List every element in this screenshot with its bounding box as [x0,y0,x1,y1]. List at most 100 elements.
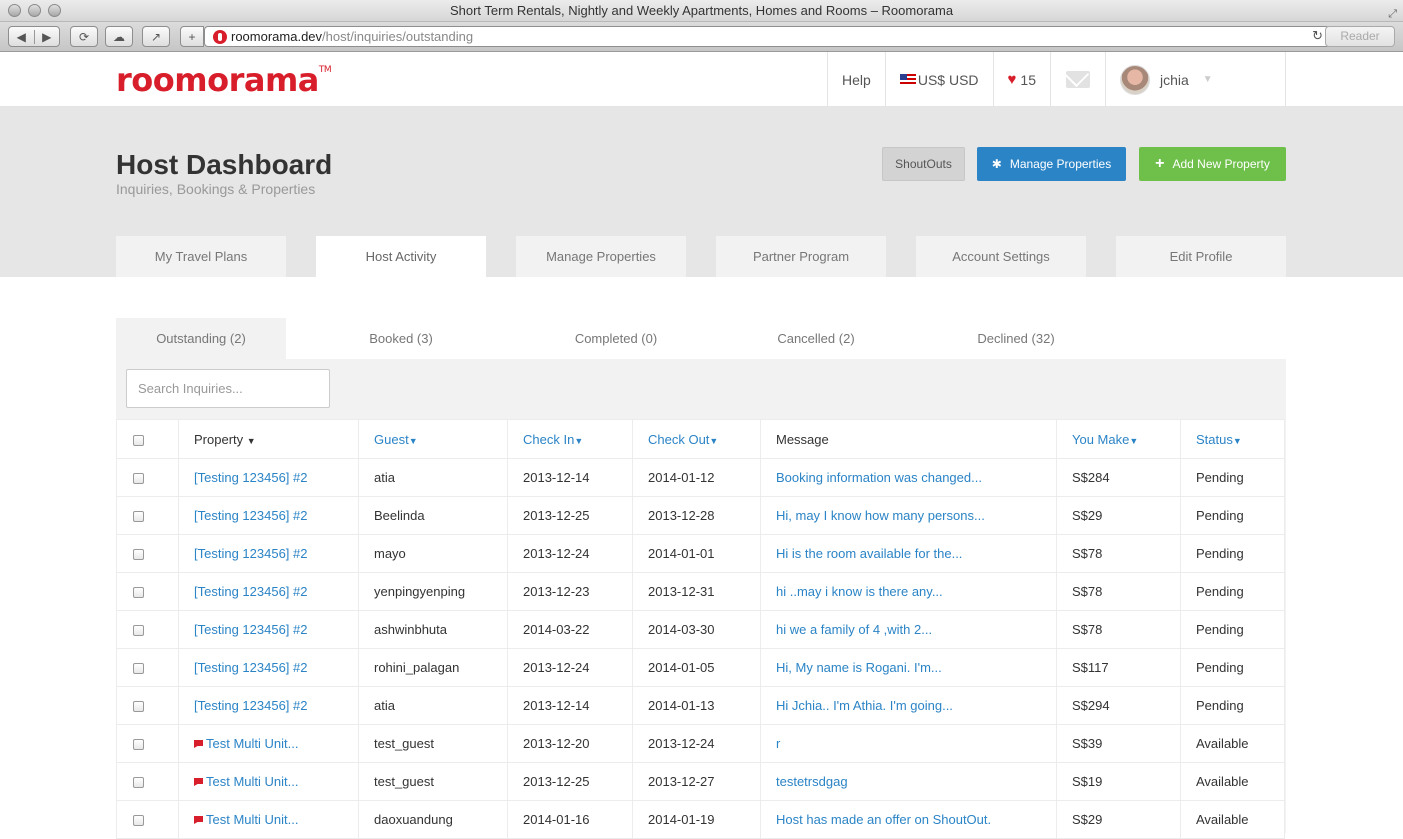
roomorama-logo[interactable]: roomoramaTM [116,61,332,99]
guest-cell: atia [358,458,508,497]
property-cell[interactable]: Test Multi Unit... [178,724,359,763]
property-link[interactable]: Test Multi Unit... [206,774,298,789]
url-domain: roomorama.dev [231,29,323,44]
subtab-outstanding[interactable]: Outstanding (2) [116,318,286,359]
window-controls[interactable] [8,4,61,17]
favorites-link[interactable]: ♥ 15 [992,52,1050,107]
property-cell[interactable]: Test Multi Unit... [178,762,359,801]
status-cell: Pending [1180,458,1285,497]
column-property[interactable]: Property ▼ [178,419,359,459]
subtab-declined[interactable]: Declined (32) [916,318,1116,359]
column-status[interactable]: Status▼ [1180,419,1285,459]
user-menu[interactable]: jchia ▼ [1105,52,1286,107]
row-checkbox[interactable] [133,625,144,637]
property-link[interactable]: [Testing 123456] #2 [194,546,307,561]
site-favicon-icon [213,30,227,44]
property-link[interactable]: [Testing 123456] #2 [194,622,307,637]
table-row: [Testing 123456] #2 atia 2013-12-14 2014-01… [116,458,1285,497]
message-link[interactable]: Booking information was changed... [760,458,1057,497]
property-cell[interactable]: [Testing 123456] #2 [178,686,359,725]
gear-icon: ✱ [991,157,1002,171]
table-row: [Testing 123456] #2 mayo 2013-12-24 2014-01… [116,534,1285,573]
forward-icon[interactable]: ▶ [35,30,60,44]
column-you-make[interactable]: You Make▼ [1056,419,1181,459]
us-flag-icon [899,74,916,85]
property-cell[interactable]: [Testing 123456] #2 [178,458,359,497]
subtab-completed[interactable]: Completed (0) [516,318,716,359]
row-checkbox[interactable] [133,663,144,675]
column-check-in[interactable]: Check In▼ [507,419,633,459]
currency-selector[interactable]: US$ USD [884,52,993,107]
property-cell[interactable]: [Testing 123456] #2 [178,572,359,611]
property-cell[interactable]: [Testing 123456] #2 [178,648,359,687]
message-link[interactable]: Hi is the room available for the... [760,534,1057,573]
guest-cell: Beelinda [358,496,508,535]
column-guest[interactable]: Guest▼ [358,419,508,459]
property-link[interactable]: [Testing 123456] #2 [194,584,307,599]
add-new-property-button[interactable]: + Add New Property [1139,147,1286,181]
back-forward-buttons[interactable]: ◀ ▶ [8,26,60,47]
zoom-window-button[interactable] [48,4,61,17]
search-input[interactable]: Search Inquiries... [126,369,330,408]
tab-manage-properties[interactable]: Manage Properties [516,236,686,277]
message-link[interactable]: Hi Jchia.. I'm Athia. I'm going... [760,686,1057,725]
shoutouts-button[interactable]: ShoutOuts [882,147,965,181]
column-status-label: Status [1196,431,1233,447]
tab-edit-profile[interactable]: Edit Profile [1116,236,1286,277]
status-cell: Pending [1180,610,1285,649]
property-cell[interactable]: [Testing 123456] #2 [178,534,359,573]
row-checkbox[interactable] [133,739,144,751]
history-button[interactable]: ⟳ [70,26,98,47]
guest-cell: yenpingyenping [358,572,508,611]
subtab-cancelled[interactable]: Cancelled (2) [716,318,916,359]
tab-account-settings[interactable]: Account Settings [916,236,1086,277]
check-in-cell: 2014-03-22 [507,610,633,649]
you-make-cell: S$19 [1056,762,1181,801]
property-link[interactable]: Test Multi Unit... [206,736,298,751]
property-link[interactable]: [Testing 123456] #2 [194,660,307,675]
message-link[interactable]: Hi, My name is Rogani. I'm... [760,648,1057,687]
help-link[interactable]: Help [827,52,885,107]
message-link[interactable]: Hi, may I know how many persons... [760,496,1057,535]
back-icon[interactable]: ◀ [9,29,35,44]
column-you-make-label: You Make [1072,431,1130,447]
minimize-window-button[interactable] [28,4,41,17]
column-property-label: Property [194,431,244,447]
row-checkbox[interactable] [133,549,144,561]
property-link[interactable]: Test Multi Unit... [206,812,298,827]
tab-my-travel-plans[interactable]: My Travel Plans [116,236,286,277]
messages-link[interactable] [1050,52,1105,107]
subtab-booked[interactable]: Booked (3) [286,318,516,359]
property-cell[interactable]: [Testing 123456] #2 [178,496,359,535]
property-link[interactable]: [Testing 123456] #2 [194,470,307,485]
tab-host-activity[interactable]: Host Activity [316,236,486,277]
row-checkbox[interactable] [133,701,144,713]
property-link[interactable]: [Testing 123456] #2 [194,508,307,523]
row-checkbox[interactable] [133,473,144,485]
row-checkbox[interactable] [133,587,144,599]
reader-button[interactable]: Reader [1325,26,1395,47]
guest-cell: test_guest [358,724,508,763]
message-link[interactable]: testetrsdgag [760,762,1057,801]
close-window-button[interactable] [8,4,21,17]
row-checkbox[interactable] [133,815,144,827]
column-check-out[interactable]: Check Out▼ [632,419,761,459]
icloud-button[interactable]: ☁ [105,26,133,47]
cloud-icon: ☁ [113,29,125,44]
tab-partner-program[interactable]: Partner Program [716,236,886,277]
reload-icon[interactable]: ↻ [1312,28,1323,44]
property-cell[interactable]: [Testing 123456] #2 [178,610,359,649]
select-all-checkbox[interactable] [133,434,144,446]
add-bookmark-button[interactable]: + [180,26,204,47]
row-checkbox[interactable] [133,777,144,789]
row-checkbox[interactable] [133,511,144,523]
manage-properties-button[interactable]: ✱ Manage Properties [977,147,1126,181]
property-link[interactable]: [Testing 123456] #2 [194,698,307,713]
message-link[interactable]: hi we a family of 4 ,with 2... [760,610,1057,649]
check-out-cell: 2013-12-24 [632,724,761,763]
share-button[interactable]: ↗ [142,26,170,47]
message-link[interactable]: hi ..may i know is there any... [760,572,1057,611]
address-bar[interactable]: roomorama.dev/host/inquiries/outstanding [204,26,1330,47]
status-cell: Pending [1180,648,1285,687]
message-link[interactable]: r [760,724,1057,763]
